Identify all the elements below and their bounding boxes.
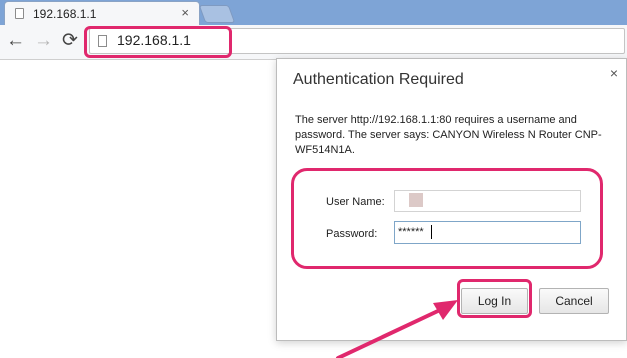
pointer-arrow-icon bbox=[336, 300, 458, 358]
